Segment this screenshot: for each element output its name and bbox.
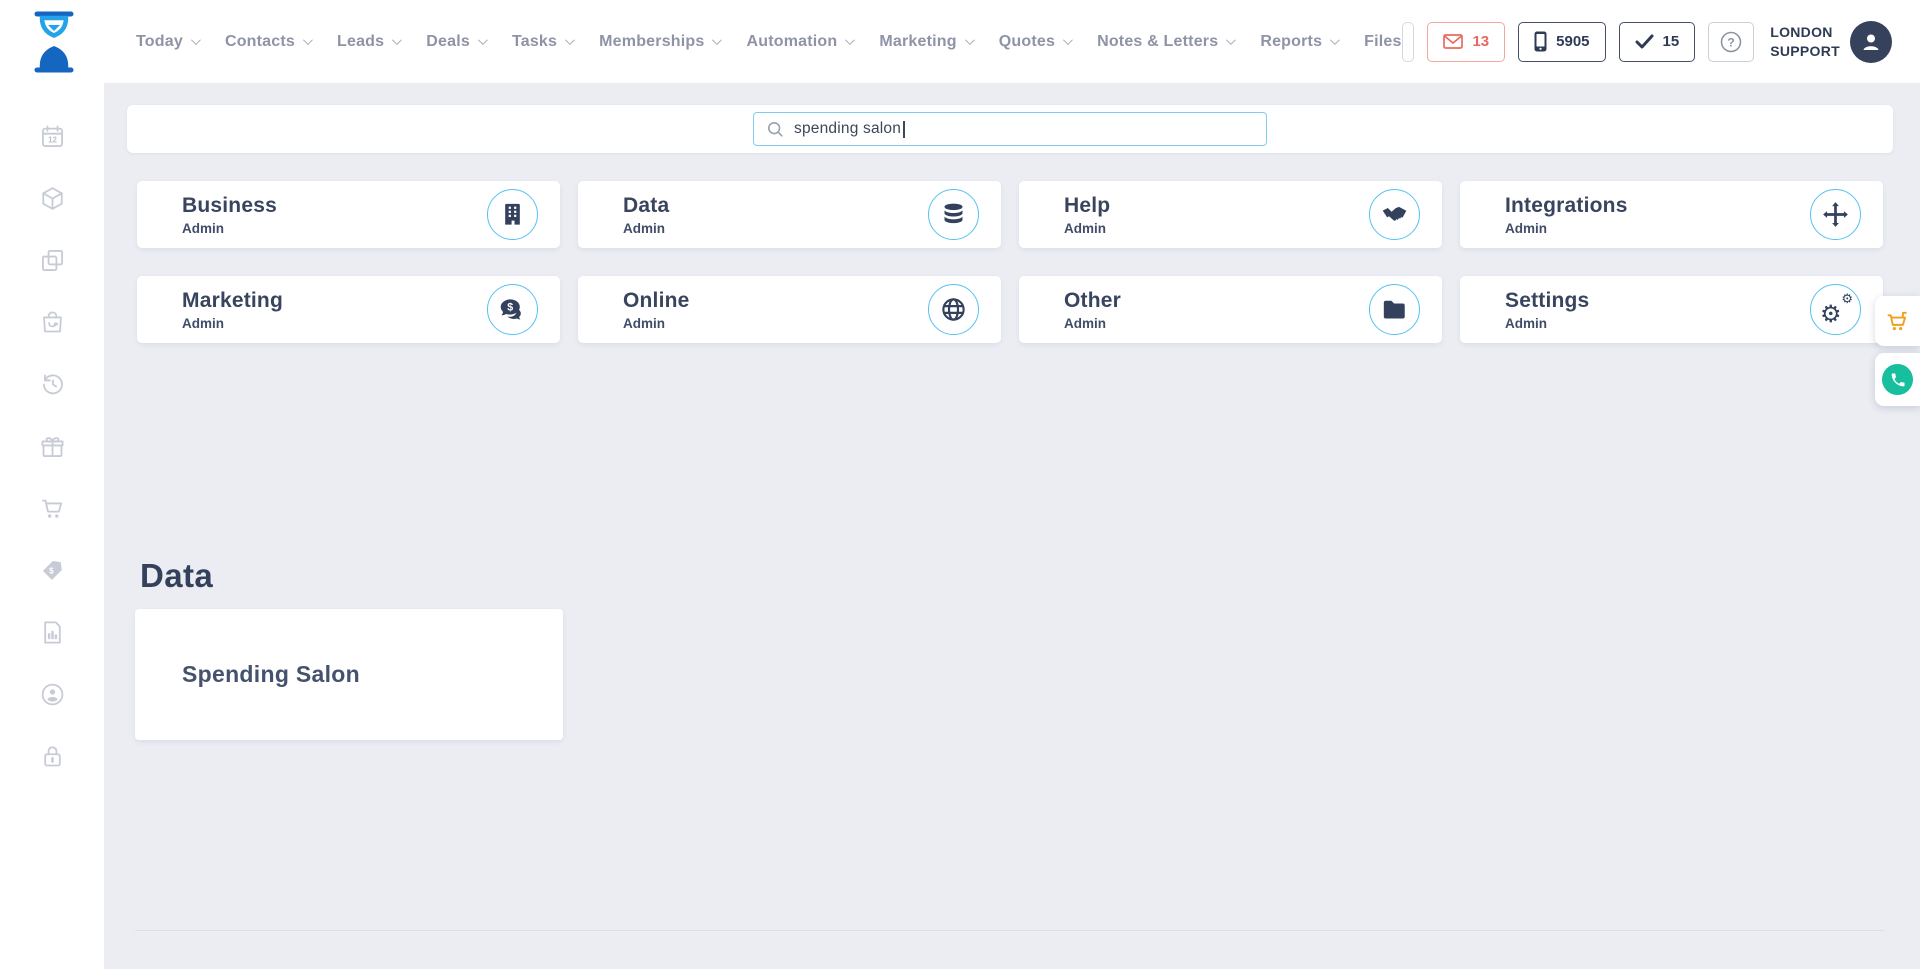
move-arrows-icon — [1822, 201, 1849, 228]
building-icon — [499, 201, 526, 228]
chevron-down-icon — [303, 35, 313, 45]
envelope-icon — [1443, 34, 1463, 49]
main-content: spending salon Business Admin — [104, 83, 1920, 969]
mail-indicator[interactable]: 13 — [1427, 22, 1505, 62]
nav-item-today[interactable]: Today — [136, 33, 198, 51]
nav-item-automation[interactable]: Automation — [746, 33, 852, 51]
cart-icon[interactable] — [39, 495, 66, 522]
nav-item-leads[interactable]: Leads — [337, 33, 399, 51]
copy-icon[interactable] — [39, 247, 66, 274]
svg-text:12: 12 — [48, 136, 57, 145]
chevron-down-icon — [965, 35, 975, 45]
result-item-spending-salon[interactable]: Spending Salon — [135, 609, 563, 740]
left-sidebar: 12 — [0, 83, 104, 969]
folder-icon — [1381, 296, 1408, 323]
card-online-admin[interactable]: Online Admin — [578, 276, 1001, 343]
floating-cart-widget[interactable] — [1875, 296, 1920, 346]
history-icon[interactable] — [39, 371, 66, 398]
card-integrations-admin[interactable]: Integrations Admin — [1460, 181, 1883, 248]
nav-item-deals[interactable]: Deals — [426, 33, 485, 51]
user-avatar[interactable] — [1850, 21, 1892, 63]
nav-item-notes-letters[interactable]: Notes & Letters — [1097, 33, 1233, 51]
tasks-count: 15 — [1663, 33, 1680, 50]
chevron-down-icon — [191, 35, 201, 45]
lock-icon[interactable] — [39, 743, 66, 770]
user-name[interactable]: LONDON SUPPORT — [1770, 23, 1840, 59]
card-other-admin[interactable]: Other Admin — [1019, 276, 1442, 343]
nav-item-contacts[interactable]: Contacts — [225, 33, 310, 51]
nav-item-quotes[interactable]: Quotes — [999, 33, 1070, 51]
nav-item-marketing[interactable]: Marketing — [879, 33, 971, 51]
svg-text:?: ? — [1728, 35, 1735, 49]
module-search-band: spending salon — [127, 105, 1893, 153]
search-icon — [767, 121, 784, 138]
card-settings-admin[interactable]: Settings Admin ⚙ ⚙ — [1460, 276, 1883, 343]
text-cursor — [903, 121, 905, 138]
check-icon — [1635, 34, 1654, 49]
handshake-icon — [1381, 201, 1408, 228]
cart-orange-icon — [1884, 308, 1911, 335]
module-search-value: spending salon — [794, 120, 901, 138]
chevron-down-icon — [1226, 35, 1236, 45]
svg-text:$: $ — [49, 565, 54, 575]
calendar-icon[interactable]: 12 — [39, 123, 66, 150]
card-business-admin[interactable]: Business Admin — [137, 181, 560, 248]
card-data-admin[interactable]: Data Admin — [578, 181, 1001, 248]
avatar-person-icon — [1859, 30, 1883, 54]
search-results-section: Data Spending Salon — [135, 557, 1893, 740]
help-button[interactable]: ? — [1708, 22, 1754, 62]
question-icon: ? — [1720, 31, 1742, 53]
globe-icon — [940, 296, 967, 323]
gears-icon: ⚙ ⚙ — [1822, 296, 1849, 323]
nav-item-files[interactable]: Files — [1364, 33, 1401, 51]
bag-return-icon[interactable] — [39, 309, 66, 336]
card-marketing-admin[interactable]: Marketing Admin $ — [137, 276, 560, 343]
section-divider — [135, 930, 1885, 931]
phone-indicator[interactable]: 5905 — [1518, 22, 1605, 62]
card-help-admin[interactable]: Help Admin — [1019, 181, 1442, 248]
nav-item-reports[interactable]: Reports — [1260, 33, 1337, 51]
mobile-icon — [1534, 31, 1547, 52]
gift-icon[interactable] — [39, 433, 66, 460]
module-search-input[interactable]: spending salon — [753, 112, 1267, 146]
phone-count: 5905 — [1556, 33, 1589, 50]
topbar-search-input[interactable] — [1403, 23, 1415, 61]
app-logo-hourglass-icon[interactable] — [32, 11, 76, 73]
chevron-down-icon — [1330, 35, 1340, 45]
user-circle-icon[interactable] — [39, 681, 66, 708]
topbar: Today Contacts Leads Deals Tasks Members… — [0, 0, 1920, 83]
tasks-indicator[interactable]: 15 — [1619, 22, 1696, 62]
chevron-down-icon — [478, 35, 488, 45]
floating-phone-widget[interactable] — [1875, 353, 1920, 406]
chevron-down-icon — [1063, 35, 1073, 45]
nav-item-tasks[interactable]: Tasks — [512, 33, 572, 51]
topbar-search — [1402, 22, 1415, 62]
cube-icon[interactable] — [39, 185, 66, 212]
report-icon[interactable] — [39, 619, 66, 646]
chevron-down-icon — [392, 35, 402, 45]
phone-teal-icon — [1890, 372, 1906, 388]
nav-item-memberships[interactable]: Memberships — [599, 33, 719, 51]
price-tag-icon[interactable]: $ — [39, 557, 66, 584]
chevron-down-icon — [565, 35, 575, 45]
chevron-down-icon — [712, 35, 722, 45]
svg-text:$: $ — [507, 302, 513, 314]
chevron-down-icon — [845, 35, 855, 45]
comment-dollar-icon: $ — [499, 296, 526, 323]
admin-cards-grid: Business Admin Data Admin — [137, 181, 1883, 343]
results-heading: Data — [140, 557, 1893, 595]
mail-count: 13 — [1472, 33, 1489, 50]
database-icon — [940, 201, 967, 228]
main-navigation: Today Contacts Leads Deals Tasks Members… — [136, 33, 1402, 51]
